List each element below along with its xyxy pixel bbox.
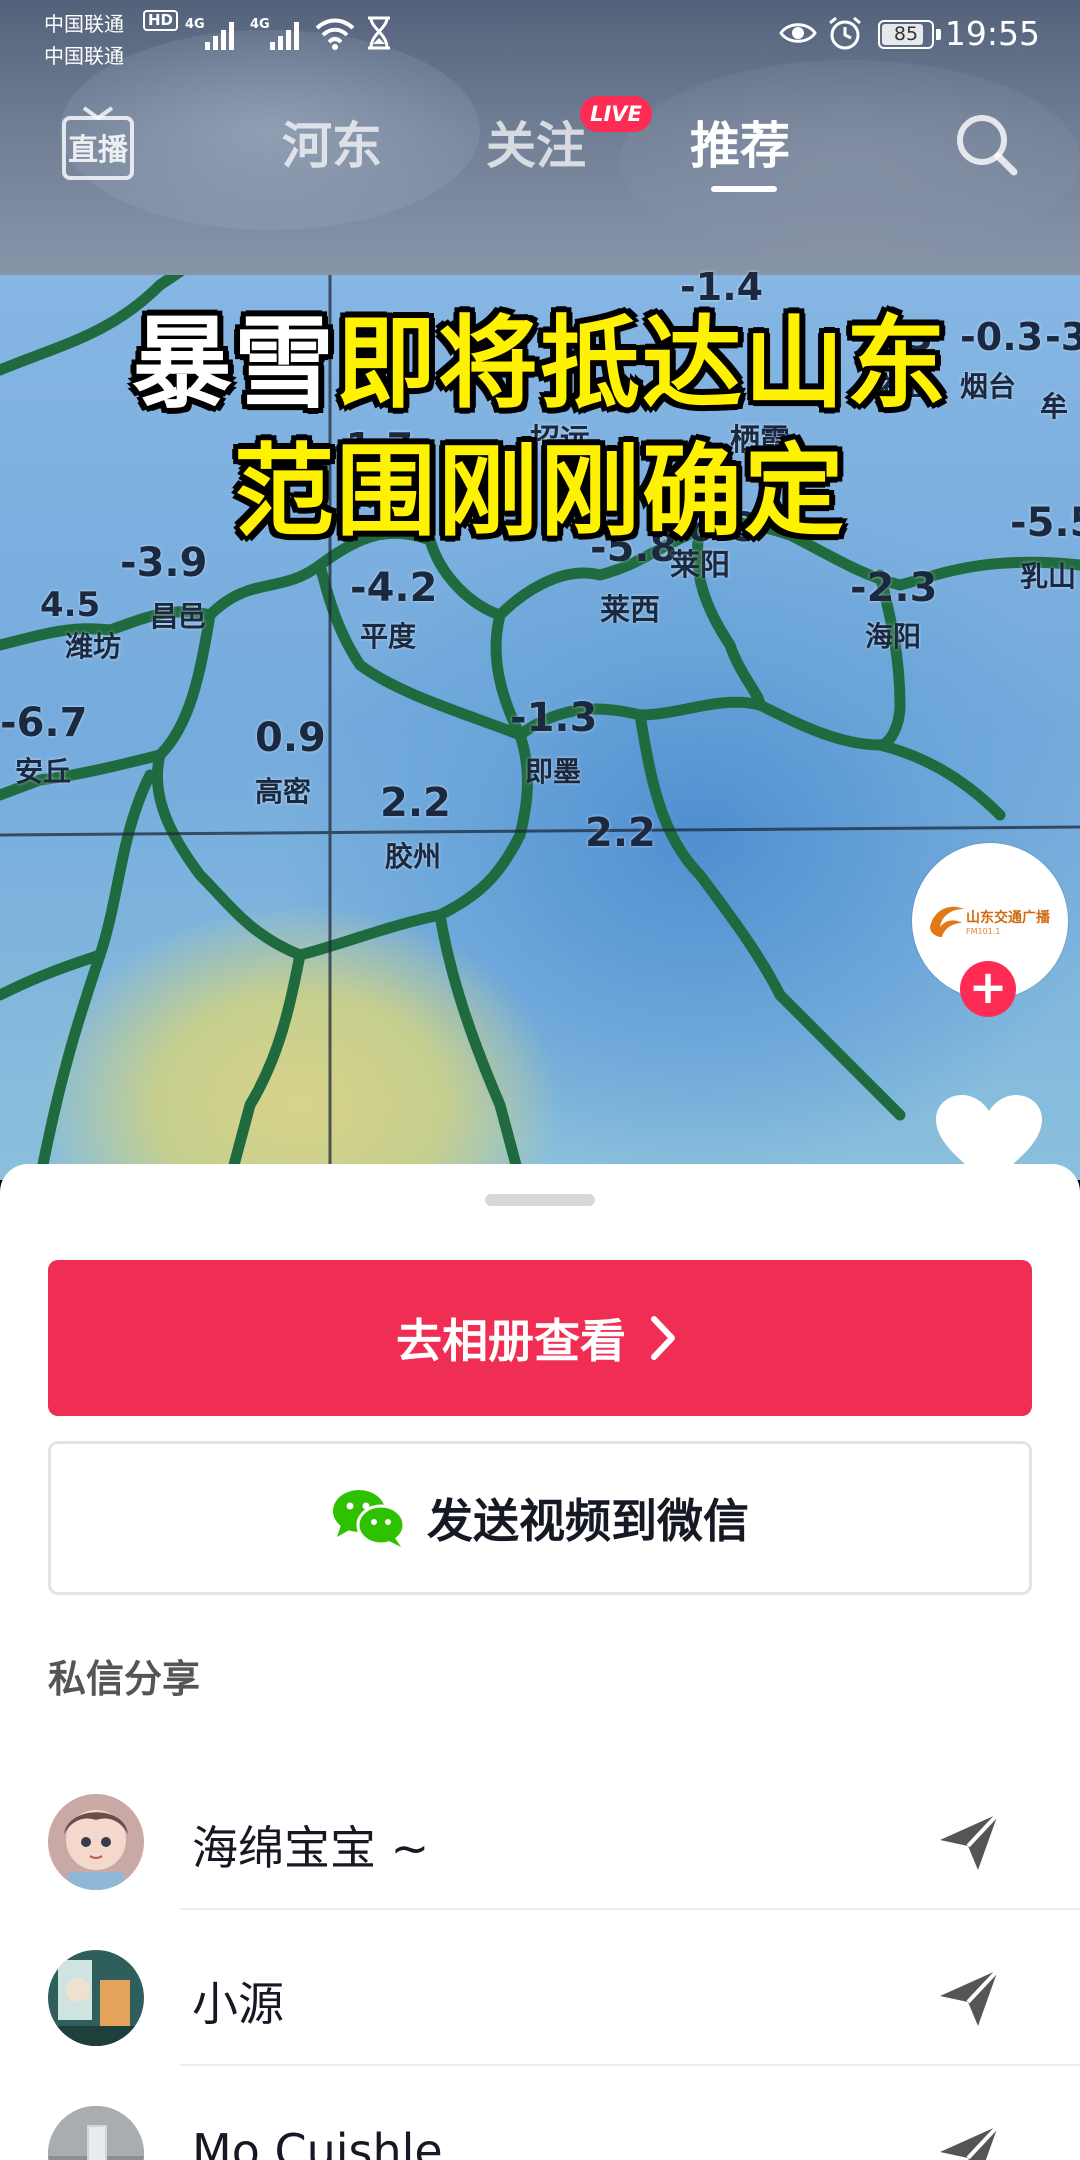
album-button-label: 去相册查看 xyxy=(396,1314,626,1368)
map-label: 即墨 xyxy=(525,755,582,788)
map-label: 海阳 xyxy=(865,620,922,653)
svg-text:直播: 直播 xyxy=(68,133,129,168)
station-logo-icon xyxy=(930,906,964,937)
hd-badge: HD xyxy=(143,10,179,31)
avatar xyxy=(48,2106,144,2160)
drag-handle[interactable] xyxy=(485,1194,595,1206)
dm-share-title: 私信分享 xyxy=(48,1657,201,1701)
svg-text:4G: 4G xyxy=(185,17,205,32)
search-icon[interactable] xyxy=(952,110,1022,180)
top-nav: 直播 河东 关注 LIVE 推荐 xyxy=(0,90,1080,200)
video-headline: 暴雪即将抵达山东 范围刚刚确定 xyxy=(0,300,1080,556)
eye-comfort-icon xyxy=(779,23,817,43)
map-label: 高密 xyxy=(255,775,312,808)
svg-text:4G: 4G xyxy=(250,17,270,32)
map-label: 4.5 xyxy=(40,585,101,625)
contact-row[interactable]: Mo Cuishle xyxy=(0,2066,1080,2160)
send-to-wechat-button[interactable]: 发送视频到微信 xyxy=(48,1441,1032,1595)
send-icon[interactable] xyxy=(934,1806,1004,1876)
author-logo-sub: FM101.1 xyxy=(966,927,1001,936)
contact-row[interactable]: 小源 xyxy=(0,1910,1080,2066)
map-label: -4.2 xyxy=(350,565,438,611)
view-in-album-button[interactable]: 去相册查看 xyxy=(48,1260,1032,1416)
map-label: 2.2 xyxy=(585,810,656,856)
wechat-icon xyxy=(333,1490,406,1547)
contact-name: Mo Cuishle xyxy=(192,2124,443,2160)
live-tv-icon[interactable]: 直播 xyxy=(58,100,138,190)
battery-level: 85 xyxy=(893,23,919,45)
map-label: 0.9 xyxy=(255,715,326,761)
map-label: 胶州 xyxy=(385,840,442,873)
tab-recommend[interactable]: 推荐 xyxy=(690,106,790,178)
contact-name: 小源 xyxy=(192,1977,284,2031)
send-icon[interactable] xyxy=(934,1962,1004,2032)
share-sheet: 去相册查看 发送视频到微信 私信分享 海绵宝宝 ~ 小源 Mo Cuishle xyxy=(0,1164,1080,2160)
avatar xyxy=(48,1794,144,1890)
map-label: -2.3 xyxy=(850,565,938,611)
map-label: 昌邑 xyxy=(150,600,207,633)
map-label: -1.3 xyxy=(510,695,598,741)
tab-hedong[interactable]: 河东 xyxy=(282,106,382,178)
carrier-label: 中国联通 xyxy=(44,12,124,36)
send-icon[interactable] xyxy=(934,2118,1004,2160)
headline-yellow: 即将抵达山东 xyxy=(336,305,948,422)
battery-indicator: 85 xyxy=(878,20,934,49)
active-tab-indicator xyxy=(711,186,777,192)
map-label: 潍坊 xyxy=(65,630,122,663)
chevron-right-icon xyxy=(651,1316,675,1360)
wifi-icon xyxy=(315,18,355,50)
avatar xyxy=(48,1950,144,2046)
map-label: 莱西 xyxy=(600,593,660,628)
contact-name: 海绵宝宝 ~ xyxy=(192,1821,430,1875)
carrier-label-2: 中国联通 xyxy=(44,44,124,68)
tab-follow[interactable]: 关注 xyxy=(486,106,586,178)
author-logo-text: 山东交通广播 xyxy=(966,910,1050,926)
live-badge: LIVE xyxy=(580,96,652,132)
alarm-icon xyxy=(829,16,861,50)
battery-tip xyxy=(936,29,941,40)
map-label: 平度 xyxy=(360,620,417,653)
map-label: -6.7 xyxy=(0,700,88,746)
headline-white: 暴雪 xyxy=(132,305,336,422)
status-bar: 中国联通 中国联通 HD 4G 4G 85 19:55 xyxy=(0,0,1080,72)
clock: 19:55 xyxy=(944,14,1040,53)
map-label: 安丘 xyxy=(15,755,72,788)
map-label: 乳山 xyxy=(1020,560,1077,593)
hourglass-icon xyxy=(368,16,390,50)
map-label: 2.2 xyxy=(380,780,451,826)
follow-plus-button[interactable]: + xyxy=(960,961,1016,1017)
signal-4g-icon-2: 4G xyxy=(250,17,299,50)
contact-row[interactable]: 海绵宝宝 ~ xyxy=(0,1754,1080,1910)
headline-line-2: 范围刚刚确定 xyxy=(234,433,846,550)
wechat-button-label: 发送视频到微信 xyxy=(427,1494,749,1548)
signal-4g-icon: 4G xyxy=(185,17,234,50)
